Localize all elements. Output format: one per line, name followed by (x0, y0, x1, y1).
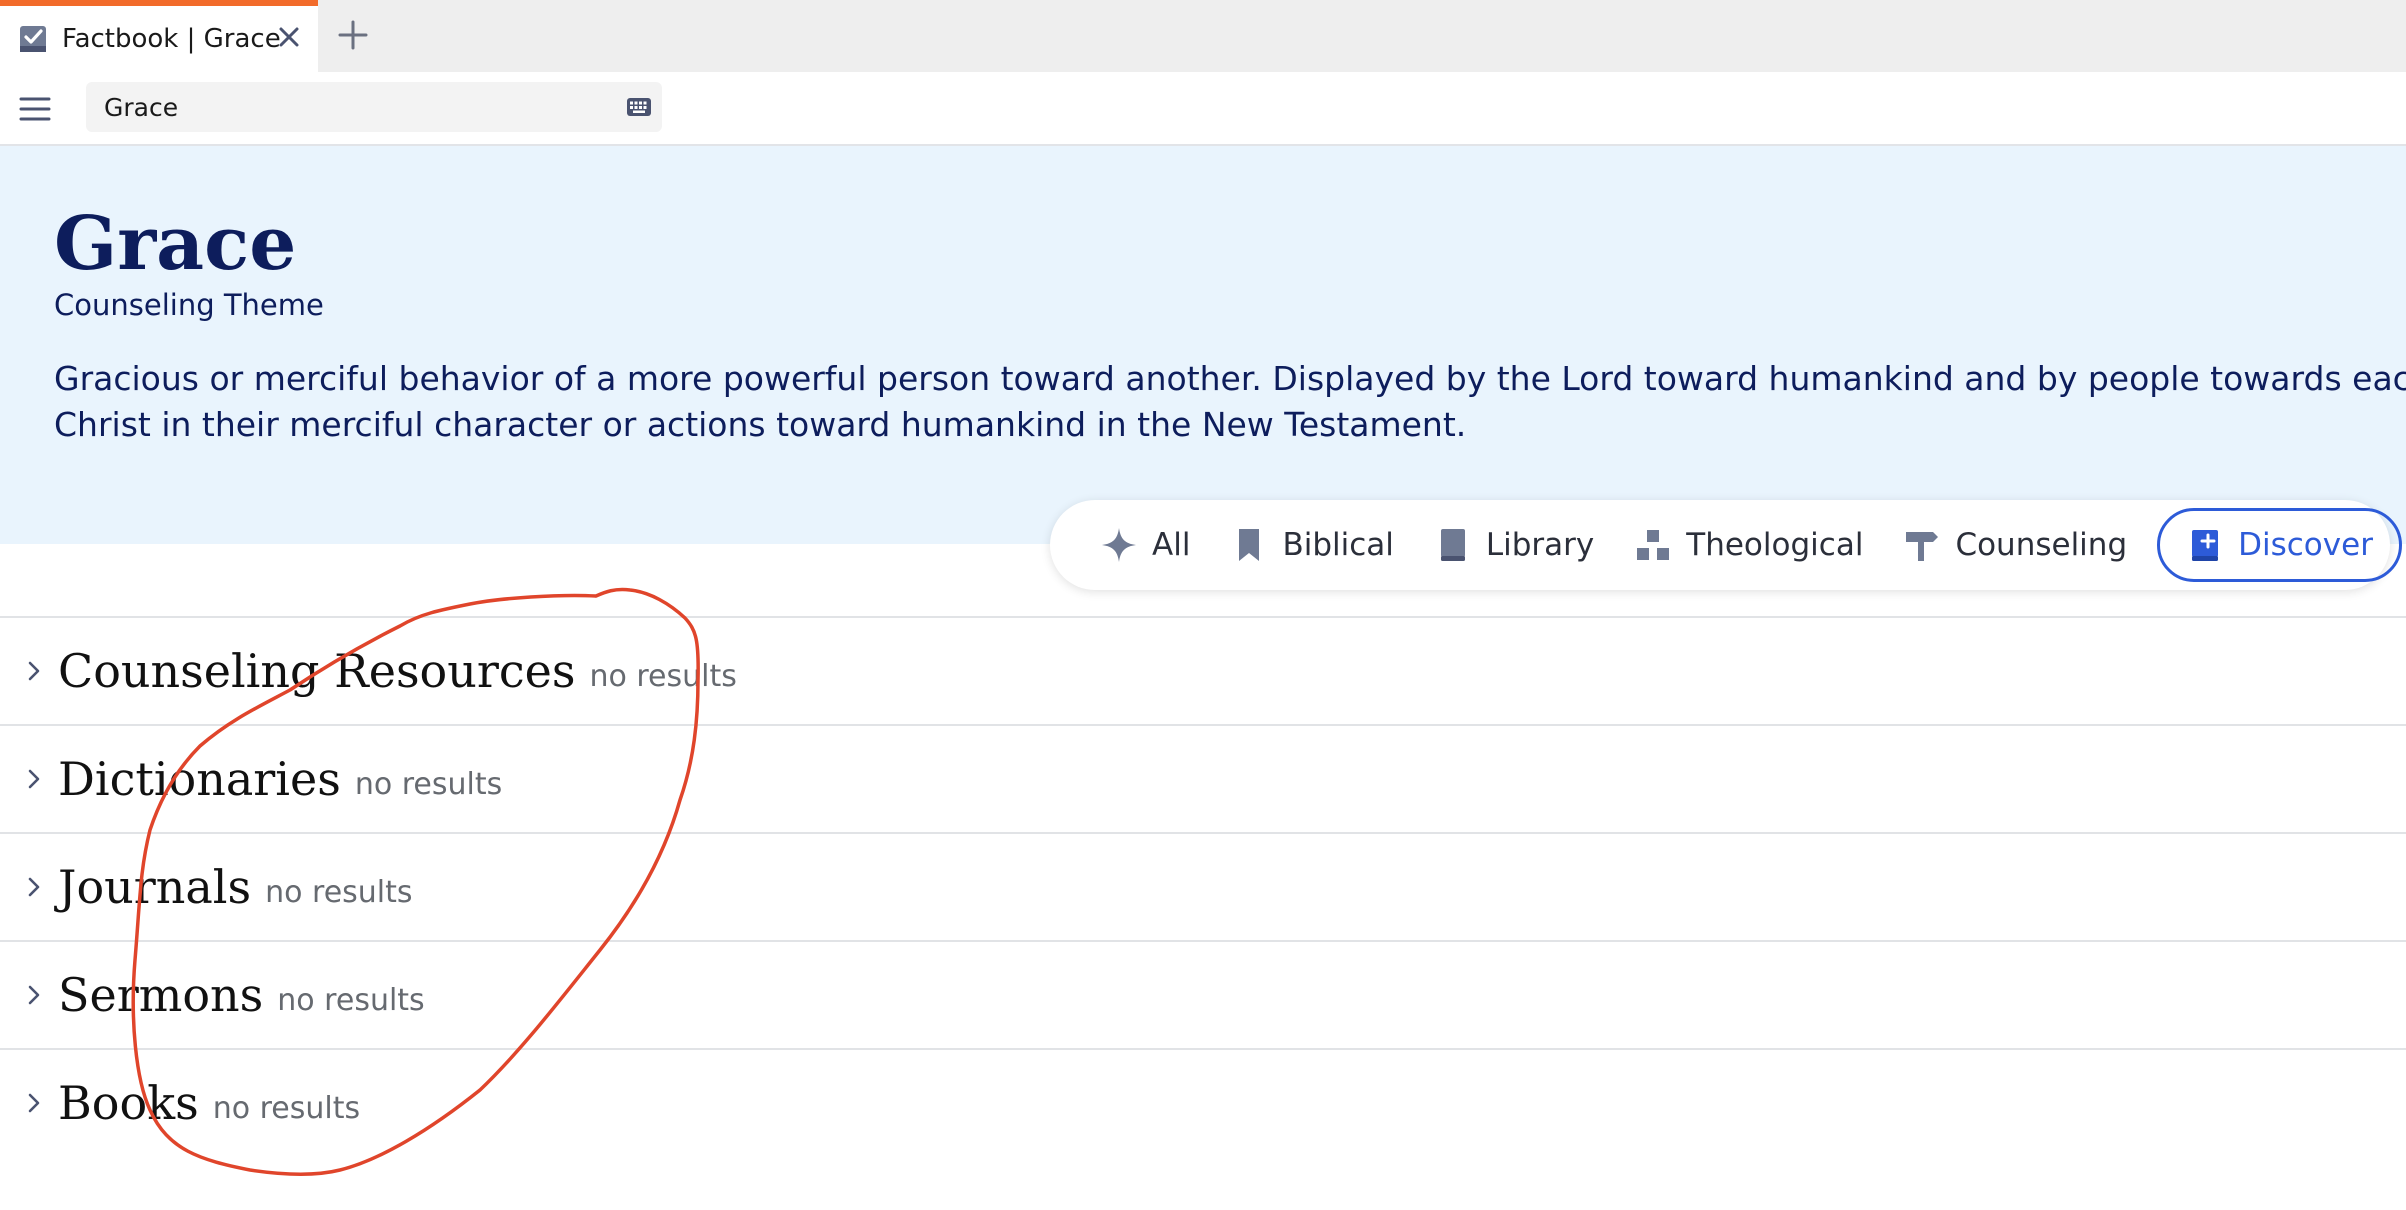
section-title: Journals (58, 860, 252, 914)
tab-title: Factbook | Grace (62, 24, 281, 54)
section-journals[interactable]: Journals no results (0, 832, 2406, 940)
page-title: Grace (54, 201, 297, 287)
sparkle-icon (1102, 528, 1136, 562)
keyboard-icon[interactable] (626, 95, 652, 119)
section-sermons[interactable]: Sermons no results (0, 940, 2406, 1048)
filter-all[interactable]: All (1080, 508, 1210, 582)
search-input[interactable] (104, 92, 604, 122)
filter-discover[interactable]: Discover (2157, 508, 2402, 582)
description-line-1: Gracious or merciful behavior of a more … (54, 359, 2406, 398)
section-title: Dictionaries (58, 752, 341, 806)
page-subtitle: Counseling Theme (54, 288, 324, 322)
filter-discover-label: Discover (2238, 527, 2373, 563)
section-counseling-resources[interactable]: Counseling Resources no results (0, 616, 2406, 724)
section-status: no results (589, 658, 737, 694)
section-title: Counseling Resources (58, 644, 576, 698)
book-plus-icon (2192, 530, 2219, 561)
section-title: Books (58, 1076, 199, 1130)
chevron-right-icon (28, 1093, 40, 1113)
filter-theological-label: Theological (1686, 527, 1864, 563)
section-books[interactable]: Books no results (0, 1048, 2406, 1156)
plus-icon[interactable] (336, 18, 370, 52)
filter-theological[interactable]: Theological (1614, 508, 1883, 582)
tab-factbook-grace[interactable]: Factbook | Grace (0, 0, 318, 72)
chevron-right-icon (28, 985, 40, 1005)
section-status: no results (277, 982, 425, 1018)
section-status: no results (212, 1090, 361, 1126)
blocks-icon (1637, 530, 1670, 560)
bookmark-icon (1239, 529, 1260, 561)
filter-biblical-label: Biblical (1282, 527, 1394, 563)
filter-all-label: All (1152, 527, 1191, 563)
chevron-right-icon (28, 769, 40, 789)
search-box (86, 82, 662, 132)
close-icon[interactable] (274, 22, 304, 52)
signpost-icon (1906, 532, 1939, 561)
hamburger-menu-icon[interactable] (18, 92, 52, 126)
book-icon (1440, 529, 1465, 561)
section-status: no results (265, 874, 413, 910)
toolbar (0, 72, 2406, 146)
results-list: Counseling Resources no results Dictiona… (0, 616, 2406, 1156)
tab-strip: Factbook | Grace (0, 0, 2406, 72)
filter-bar: All Biblical Library Theological Counsel… (1050, 500, 2402, 590)
header-banner (0, 146, 2406, 544)
filter-library-label: Library (1485, 527, 1595, 563)
section-dictionaries[interactable]: Dictionaries no results (0, 724, 2406, 832)
chevron-right-icon (28, 661, 40, 681)
description-line-2: Christ in their merciful character or ac… (54, 405, 1467, 444)
section-status: no results (354, 766, 503, 802)
filter-counseling[interactable]: Counseling (1883, 508, 2147, 582)
page-description: Gracious or merciful behavior of a more … (54, 356, 2406, 448)
section-title: Sermons (58, 968, 264, 1022)
checkbox-app-icon (20, 26, 46, 52)
chevron-right-icon (28, 877, 40, 897)
filter-counseling-label: Counseling (1955, 527, 2128, 563)
filter-library[interactable]: Library (1414, 508, 1614, 582)
filter-biblical[interactable]: Biblical (1210, 508, 1413, 582)
